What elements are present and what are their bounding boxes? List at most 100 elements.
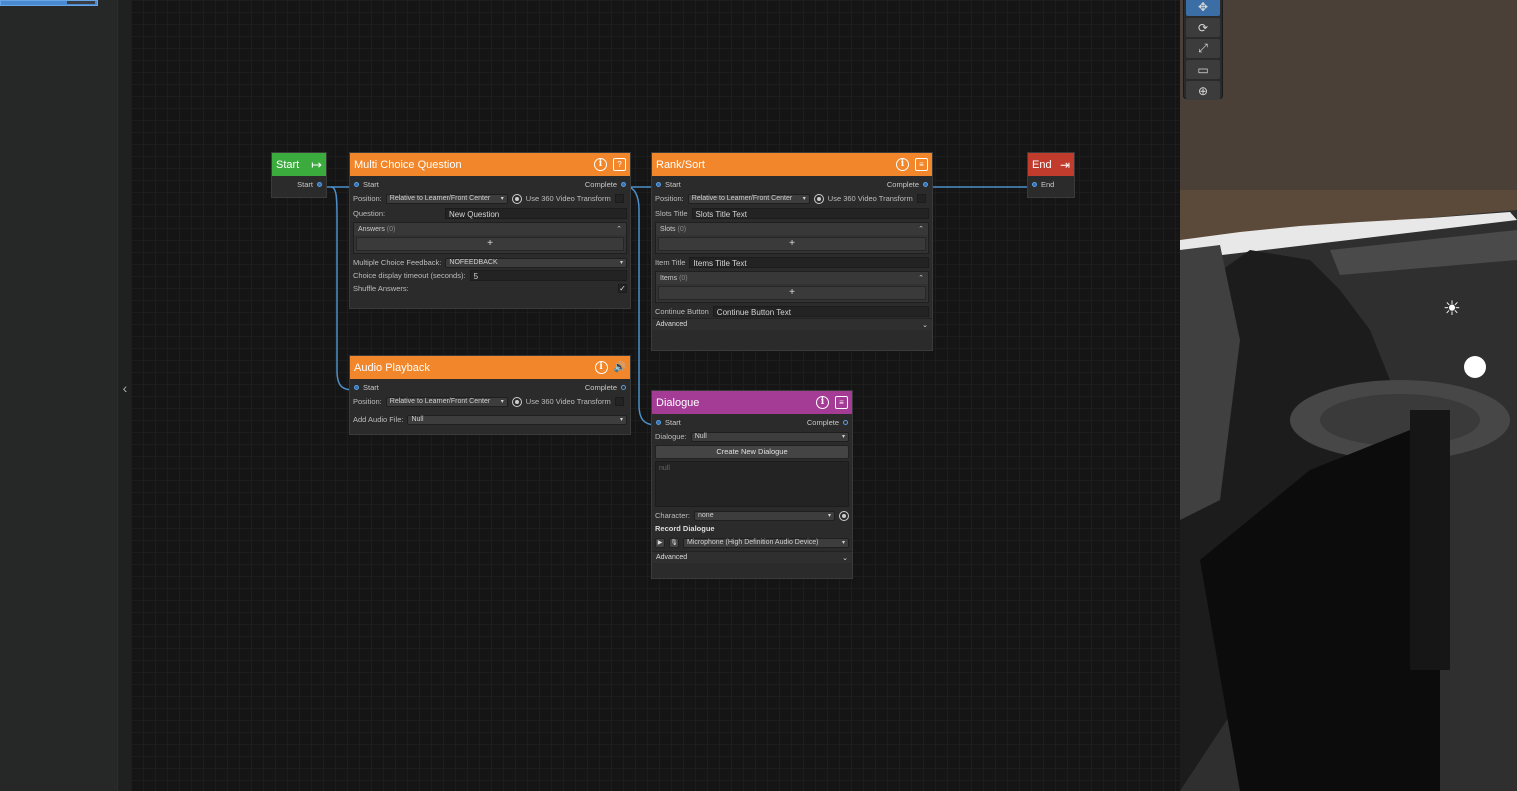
start-node[interactable]: Start ↦ Start [271, 152, 327, 198]
rank-add-slot-button[interactable]: + [658, 237, 926, 251]
rank-use360-checkbox[interactable] [916, 194, 926, 203]
start-output-port[interactable] [317, 181, 322, 187]
dialogue-header[interactable]: Dialogue i ≡ [652, 391, 852, 414]
scene-view[interactable]: ☀ ✥ ⟳ ⤢ ▭ ⊕ [1180, 0, 1517, 791]
rank-add-item-button[interactable]: + [658, 286, 926, 300]
collapse-icon[interactable]: ‹ [118, 378, 132, 398]
target-icon[interactable] [511, 396, 522, 407]
mcq-answers-header[interactable]: Answers (0) ⌃ [354, 223, 626, 235]
chevron-up-icon[interactable]: ⌃ [616, 225, 622, 233]
info-icon[interactable]: i [816, 396, 829, 409]
audio-use360-checkbox[interactable] [614, 397, 624, 406]
dialogue-output-port[interactable] [843, 419, 848, 425]
mcq-question-input[interactable]: New Question [445, 208, 627, 219]
rank-items-header[interactable]: Items (0) ⌃ [656, 272, 928, 284]
rank-input-port[interactable] [656, 181, 661, 187]
start-output-label: Start [297, 179, 313, 189]
end-node-title: End [1032, 158, 1052, 171]
rank-slots-header[interactable]: Slots (0) ⌃ [656, 223, 928, 235]
rect-tool-icon[interactable]: ▭ [1186, 60, 1220, 79]
audio-file-dropdown[interactable]: Null ▾ [407, 414, 627, 425]
rotate-tool-icon[interactable]: ⟳ [1186, 18, 1220, 37]
selected-item[interactable] [0, 0, 98, 6]
dialogue-character-dropdown[interactable]: none ▾ [694, 510, 835, 521]
audio-playback-node[interactable]: Audio Playback i 🔊 Start Complete Positi… [349, 355, 631, 435]
dialogue-port-row: Start Complete [652, 414, 852, 430]
mcq-use360-checkbox[interactable] [614, 194, 624, 203]
mcq-add-answer-button[interactable]: + [356, 237, 624, 251]
mcq-question-row: Question: New Question [350, 207, 630, 220]
rank-output-port[interactable] [923, 181, 928, 187]
info-icon[interactable]: i [594, 158, 607, 171]
play-icon[interactable]: ▶ [655, 538, 665, 548]
mcq-header[interactable]: Multi Choice Question i ? [350, 153, 630, 176]
audio-use360-label: Use 360 Video Transform [525, 397, 611, 406]
target-icon[interactable] [511, 193, 522, 204]
rank-slots-title-input[interactable]: Slots Title Text [691, 208, 929, 219]
audio-output-port[interactable] [621, 384, 626, 390]
info-icon[interactable]: i [896, 158, 909, 171]
speech-bubble-icon: ≡ [835, 396, 848, 409]
chevron-down-icon: ⌄ [842, 554, 848, 562]
end-node-header[interactable]: End ⇥ [1028, 153, 1074, 176]
dialogue-character-label: Character: [655, 511, 691, 520]
info-icon[interactable]: i [594, 361, 608, 374]
audio-title: Audio Playback [354, 361, 430, 374]
dialogue-select-dropdown[interactable]: Null ▾ [690, 431, 849, 442]
target-icon[interactable] [813, 193, 824, 204]
mcq-timeout-input[interactable]: 5 [469, 270, 627, 281]
rank-items-list: Items (0) ⌃ + [655, 271, 929, 303]
sky-backdrop [1180, 0, 1517, 190]
microphone-dropdown[interactable]: Microphone (High Definition Audio Device… [683, 538, 849, 548]
end-input-port[interactable] [1032, 181, 1037, 187]
dialogue-output-label: Complete [806, 417, 839, 427]
panel-splitter[interactable]: ‹ [117, 0, 131, 791]
rank-sort-node[interactable]: Rank/Sort i ≡ Start Complete Position: R… [651, 152, 933, 351]
dialogue-node[interactable]: Dialogue i ≡ Start Complete Dialogue: Nu… [651, 390, 853, 579]
rank-items-count: (0) [679, 274, 688, 282]
audio-input-port[interactable] [354, 384, 359, 390]
rank-advanced-foldout[interactable]: Advanced ⌄ [652, 318, 932, 330]
scene-toolbar: ✥ ⟳ ⤢ ▭ ⊕ [1183, 0, 1223, 100]
rank-continue-row: Continue Button Continue Button Text [652, 305, 932, 318]
audio-header[interactable]: Audio Playback i 🔊 [350, 356, 630, 379]
graph-canvas[interactable]: Start ↦ Start Multi Choice Question i ? … [131, 0, 1180, 791]
light-icon[interactable]: ☀ [1443, 296, 1461, 321]
mcq-output-port[interactable] [621, 181, 626, 187]
dialogue-character-row: Character: none ▾ [652, 509, 852, 522]
target-icon[interactable] [839, 510, 849, 521]
audio-file-label: Add Audio File: [353, 415, 404, 424]
rank-position-dropdown[interactable]: Relative to Learner/Front Center ▾ [687, 193, 810, 204]
start-node-header[interactable]: Start ↦ [272, 153, 326, 176]
dialogue-advanced-foldout[interactable]: Advanced ⌄ [652, 551, 852, 563]
dialogue-input-port[interactable] [656, 419, 661, 425]
dialogue-text-area[interactable]: null [655, 461, 849, 507]
end-node[interactable]: End ⇥ End [1027, 152, 1075, 198]
chevron-up-icon[interactable]: ⌃ [918, 225, 924, 233]
rank-continue-input[interactable]: Continue Button Text [712, 306, 929, 317]
hierarchy-panel [0, 0, 117, 791]
mcq-shuffle-checkbox[interactable]: ✓ [618, 284, 627, 293]
mcq-feedback-row: Multiple Choice Feedback: NOFEEDBACK ▾ [350, 256, 630, 269]
mcq-feedback-dropdown[interactable]: NOFEEDBACK ▾ [445, 257, 627, 268]
mic-icon[interactable]: 🎙 [669, 538, 679, 548]
mcq-position-dropdown[interactable]: Relative to Learner/Front Center ▾ [385, 193, 508, 204]
rank-header[interactable]: Rank/Sort i ≡ [652, 153, 932, 176]
dialogue-select-row: Dialogue: Null ▾ [652, 430, 852, 443]
create-new-dialogue-button[interactable]: Create New Dialogue [655, 445, 849, 459]
move-tool-icon[interactable]: ✥ [1186, 0, 1220, 16]
selected-item-tag [67, 1, 95, 4]
transform-tool-icon[interactable]: ⊕ [1186, 81, 1220, 100]
rank-continue-label: Continue Button [655, 307, 709, 316]
rank-item-title-input[interactable]: Items Title Text [689, 257, 929, 268]
mcq-input-port[interactable] [354, 181, 359, 187]
multi-choice-question-node[interactable]: Multi Choice Question i ? Start Complete… [349, 152, 631, 309]
sort-icon: ≡ [915, 158, 928, 171]
scale-tool-icon[interactable]: ⤢ [1186, 39, 1220, 58]
mcq-title: Multi Choice Question [354, 158, 462, 171]
mcq-input-label: Start [363, 179, 379, 189]
audio-position-dropdown[interactable]: Relative to Learner/Front Center ▾ [385, 396, 508, 407]
dialogue-input-label: Start [665, 417, 681, 427]
avatar-gizmo[interactable] [1464, 356, 1486, 378]
chevron-up-icon[interactable]: ⌃ [918, 274, 924, 282]
